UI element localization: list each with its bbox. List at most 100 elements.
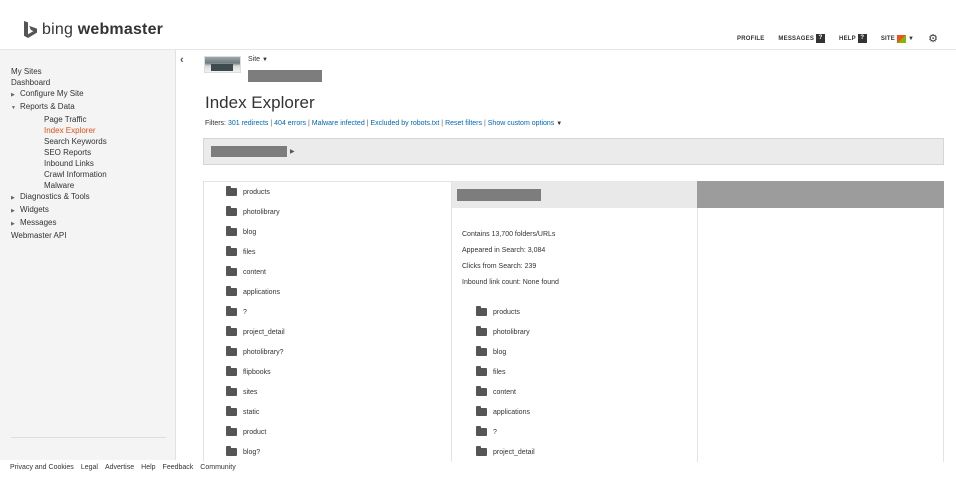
- redacted-site-url: [248, 70, 322, 82]
- folder-icon: [476, 426, 487, 436]
- site-menu[interactable]: SITE ▼: [880, 34, 915, 43]
- bing-webmaster-logo[interactable]: bing webmaster: [24, 21, 163, 39]
- sidebar-item-inbound-links[interactable]: Inbound Links: [11, 158, 107, 169]
- sidebar-item-my-sites[interactable]: My Sites: [11, 66, 107, 77]
- list-item[interactable]: photolibrary?: [226, 342, 285, 362]
- folder-name: blog: [493, 348, 507, 356]
- folder-name: ?: [493, 428, 497, 436]
- site-thumbnail: [204, 56, 241, 73]
- folder-icon: [476, 406, 487, 416]
- list-item[interactable]: applications: [476, 402, 535, 422]
- list-item[interactable]: sites: [226, 382, 285, 402]
- sidebar-item-index-explorer[interactable]: Index Explorer: [11, 125, 107, 136]
- folder-name: ?: [243, 308, 247, 316]
- list-item[interactable]: content: [476, 382, 535, 402]
- filters-label: Filters:: [205, 120, 226, 127]
- show-custom-options-link[interactable]: Show custom options: [488, 120, 555, 127]
- folder-name: applications: [243, 288, 280, 296]
- list-item[interactable]: blog?: [226, 442, 285, 462]
- sidebar-item-seo-reports[interactable]: SEO Reports: [11, 147, 107, 158]
- folder-name: products: [493, 308, 520, 316]
- list-item[interactable]: ?: [226, 302, 285, 322]
- list-item[interactable]: products: [226, 182, 285, 202]
- column-3-header: [697, 181, 944, 208]
- list-item[interactable]: photolibrary: [476, 322, 535, 342]
- filter-excluded-robots[interactable]: Excluded by robots.txt: [370, 120, 439, 127]
- redacted-selected-folder: [457, 189, 541, 201]
- folder-name: applications: [493, 408, 530, 416]
- footer-link-help[interactable]: Help: [141, 464, 155, 471]
- filter-separator: |: [441, 120, 444, 127]
- reset-filters-link[interactable]: Reset filters: [445, 120, 482, 127]
- sidebar-divider: [11, 437, 166, 438]
- filter-404-errors[interactable]: 404 errors: [274, 120, 306, 127]
- chevron-down-icon[interactable]: ▼: [556, 121, 562, 127]
- folder-icon: [226, 246, 237, 256]
- folder-name: files: [243, 248, 256, 256]
- site-label: SITE: [880, 35, 895, 42]
- folder-name: blog?: [243, 448, 261, 456]
- sidebar-item-label: Reports & Data: [20, 102, 75, 111]
- list-item[interactable]: blog: [226, 222, 285, 242]
- footer-link-community[interactable]: Community: [200, 464, 235, 471]
- folder-name: photolibrary: [243, 208, 280, 216]
- sidebar-item-label: Diagnostics & Tools: [20, 192, 90, 201]
- list-item[interactable]: project_detail: [476, 442, 535, 462]
- sidebar-item-configure-my-site[interactable]: ▶ Configure My Site: [11, 88, 107, 101]
- filter-separator: |: [366, 120, 369, 127]
- folder-list-col1: products photolibrary blog files content…: [226, 182, 285, 462]
- list-item[interactable]: project_detail: [226, 322, 285, 342]
- column-1: products photolibrary blog files content…: [203, 181, 451, 462]
- gear-icon[interactable]: ⚙: [928, 32, 938, 45]
- list-item[interactable]: ?: [476, 422, 535, 442]
- list-item[interactable]: static: [226, 402, 285, 422]
- sidebar-item-malware[interactable]: Malware: [11, 180, 107, 191]
- folder-icon: [226, 326, 237, 336]
- list-item[interactable]: photolibrary: [226, 202, 285, 222]
- footer-link-feedback[interactable]: Feedback: [163, 464, 194, 471]
- list-item[interactable]: applications: [226, 282, 285, 302]
- list-item[interactable]: products: [476, 302, 535, 322]
- sidebar-item-diagnostics-tools[interactable]: ▶ Diagnostics & Tools: [11, 191, 107, 204]
- list-item[interactable]: product: [226, 422, 285, 442]
- expand-triangle-icon: ▶: [11, 208, 15, 214]
- list-item[interactable]: files: [226, 242, 285, 262]
- chevron-down-icon: ▼: [262, 57, 268, 63]
- folder-name: products: [243, 188, 270, 196]
- folder-icon: [476, 326, 487, 336]
- collapse-triangle-icon: ▼: [11, 105, 16, 111]
- chevron-down-icon: ▼: [907, 35, 915, 42]
- help-badge: ?: [857, 34, 867, 43]
- site-selector[interactable]: Site ▼: [248, 56, 268, 63]
- folder-name: product: [243, 428, 267, 436]
- messages-label: MESSAGES: [778, 35, 815, 42]
- sidebar-item-webmaster-api[interactable]: Webmaster API: [11, 230, 107, 241]
- footer-link-legal[interactable]: Legal: [81, 464, 98, 471]
- list-item[interactable]: blog: [476, 342, 535, 362]
- footer: Privacy and Cookies Legal Advertise Help…: [10, 464, 236, 471]
- column-3-divider: [697, 181, 698, 462]
- footer-link-advertise[interactable]: Advertise: [105, 464, 134, 471]
- list-item[interactable]: files: [476, 362, 535, 382]
- folder-name: files: [493, 368, 506, 376]
- list-item[interactable]: flipbooks: [226, 362, 285, 382]
- help-link[interactable]: HELP ?: [839, 34, 867, 43]
- sidebar-item-widgets[interactable]: ▶ Widgets: [11, 204, 107, 217]
- filter-malware-infected[interactable]: Malware infected: [312, 120, 365, 127]
- help-label: HELP: [839, 35, 856, 42]
- sidebar-item-dashboard[interactable]: Dashboard: [11, 77, 107, 88]
- sidebar-item-page-traffic[interactable]: Page Traffic: [11, 114, 107, 125]
- sidebar-item-crawl-information[interactable]: Crawl Information: [11, 169, 107, 180]
- sidebar-item-reports-data[interactable]: ▼ Reports & Data: [11, 101, 107, 114]
- redacted-breadcrumb-root[interactable]: [211, 146, 287, 157]
- filter-301-redirects[interactable]: 301 redirects: [228, 120, 268, 127]
- collapse-sidebar-icon[interactable]: ‹: [180, 54, 184, 66]
- sidebar-item-messages[interactable]: ▶ Messages: [11, 217, 107, 230]
- profile-link[interactable]: PROFILE: [737, 36, 764, 42]
- footer-link-privacy[interactable]: Privacy and Cookies: [10, 464, 74, 471]
- folder-name: project_detail: [243, 328, 285, 336]
- expand-triangle-icon: ▶: [11, 195, 15, 201]
- messages-link[interactable]: MESSAGES ?: [778, 34, 826, 43]
- list-item[interactable]: content: [226, 262, 285, 282]
- sidebar-item-search-keywords[interactable]: Search Keywords: [11, 136, 107, 147]
